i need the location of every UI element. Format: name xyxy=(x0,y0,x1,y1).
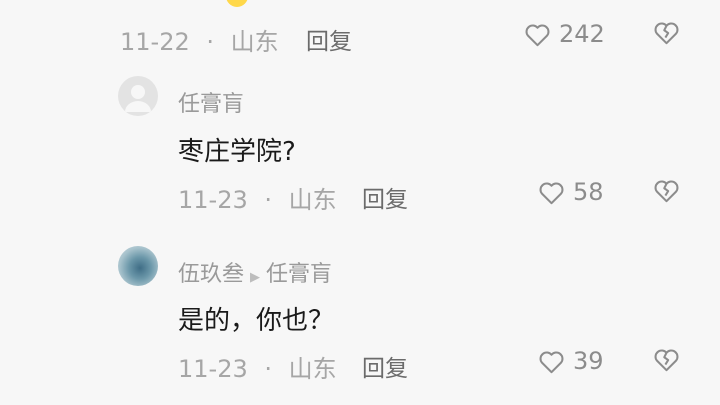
play-arrow-icon: ▶ xyxy=(250,270,261,285)
username[interactable]: 伍玖叁 xyxy=(178,262,244,287)
comment-location: 山东 xyxy=(288,186,337,214)
broken-heart-icon xyxy=(653,347,680,372)
reply-button[interactable]: 回复 xyxy=(362,180,408,214)
dislike-button[interactable] xyxy=(653,178,680,203)
heart-outline-icon xyxy=(524,22,551,47)
comment-date: 11-22 xyxy=(120,28,190,56)
comment-location: 山东 xyxy=(288,355,337,383)
reply-to-username[interactable]: 任膏肓 xyxy=(266,262,332,287)
comment-1-meta: 11-22 · 山东 xyxy=(120,22,279,57)
meta-separator: · xyxy=(264,355,273,383)
like-count: 39 xyxy=(573,347,604,375)
like-button[interactable]: 58 xyxy=(538,178,604,206)
meta-separator: · xyxy=(206,28,215,56)
like-button[interactable]: 39 xyxy=(538,347,604,375)
dislike-button[interactable] xyxy=(653,20,680,45)
avatar[interactable] xyxy=(118,246,158,286)
like-count: 242 xyxy=(559,20,605,48)
like-button[interactable]: 242 xyxy=(524,20,605,48)
comment-date: 11-23 xyxy=(178,186,248,214)
avatar[interactable] xyxy=(118,76,158,116)
like-count: 58 xyxy=(573,178,604,206)
heart-outline-icon xyxy=(538,349,565,374)
comment-location: 山东 xyxy=(230,28,279,56)
comment-text: 枣庄学院? xyxy=(178,137,296,167)
broken-heart-icon xyxy=(653,178,680,203)
emoji-badge-icon xyxy=(226,0,248,7)
comment-text: 是的，你也？ xyxy=(178,306,335,336)
default-avatar-icon xyxy=(125,85,151,112)
comment-date: 11-23 xyxy=(178,355,248,383)
meta-separator: · xyxy=(264,186,273,214)
reply-header: 伍玖叁 ▶ 任膏肓 xyxy=(178,256,332,288)
reply-button[interactable]: 回复 xyxy=(362,349,408,383)
username[interactable]: 任膏肓 xyxy=(178,86,244,118)
broken-heart-icon xyxy=(653,20,680,45)
heart-outline-icon xyxy=(538,180,565,205)
dislike-button[interactable] xyxy=(653,347,680,372)
comment-3-meta: 11-23 · 山东 xyxy=(178,349,337,384)
comment-2-meta: 11-23 · 山东 xyxy=(178,180,337,215)
reply-button[interactable]: 回复 xyxy=(306,22,352,56)
